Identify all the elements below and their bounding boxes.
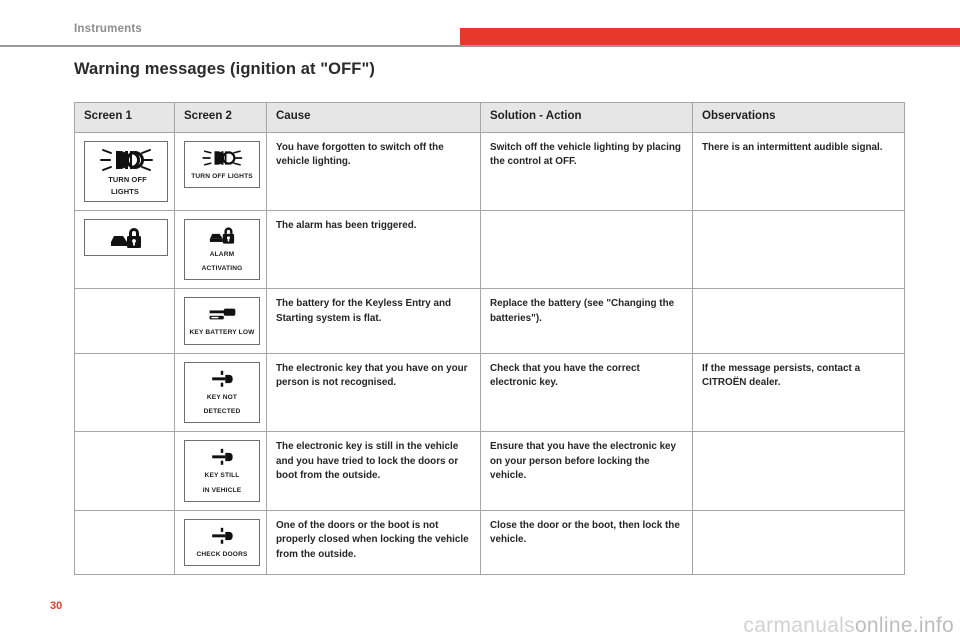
table-row: ALARM ACTIVATING The alarm has been trig… <box>74 209 905 290</box>
cell-cause: You have forgotten to switch off the veh… <box>266 132 481 211</box>
car-padlock-alarm-icon <box>89 225 163 251</box>
cell-cause: The electronic key that you have on your… <box>266 352 481 433</box>
table-row: KEY STILL IN VEHICLE The electronic key … <box>74 431 905 512</box>
cell-solution: Replace the battery (see "Changing the b… <box>480 288 693 354</box>
cell-screen1 <box>74 510 175 576</box>
cell-observations <box>692 288 905 354</box>
cell-observations <box>692 431 905 512</box>
table-row: CHECK DOORS One of the doors or the boot… <box>74 510 905 576</box>
column-header-screen2: Screen 2 <box>174 102 267 133</box>
table-header: Screen 1 Screen 2 Cause Solution - Actio… <box>74 102 905 133</box>
header-accent-bar <box>460 28 960 45</box>
section-label: Instruments <box>74 23 143 35</box>
table-row: KEY NOT DETECTED The electronic key that… <box>74 352 905 433</box>
watermark-light: carmanuals <box>743 614 855 637</box>
key-signal-icon <box>189 368 255 390</box>
cell-observations <box>692 209 905 290</box>
table-body: TURN OFF LIGHTS TURN OFF LIGHTS You have… <box>74 132 905 576</box>
page-title: Warning messages (ignition at "OFF") <box>74 60 375 78</box>
screen-badge <box>84 218 168 256</box>
cell-screen1: TURN OFF LIGHTS <box>74 132 175 211</box>
column-header-solution: Solution - Action <box>480 102 693 133</box>
cell-solution: Ensure that you have the electronic key … <box>480 431 693 512</box>
page-header: Instruments <box>0 0 960 47</box>
table-row: TURN OFF LIGHTS TURN OFF LIGHTS You have… <box>74 132 905 211</box>
cell-cause: One of the doors or the boot is not prop… <box>266 510 481 576</box>
cell-solution: Switch off the vehicle lighting by placi… <box>480 132 693 211</box>
cell-solution: Close the door or the boot, then lock th… <box>480 510 693 576</box>
headlights-icon <box>189 147 255 169</box>
screen-badge-caption: ALARM ACTIVATING <box>201 250 243 272</box>
header-divider <box>0 45 960 47</box>
screen-badge-caption: TURN OFF LIGHTS <box>89 175 163 197</box>
cell-screen2: KEY STILL IN VEHICLE <box>174 431 267 512</box>
caption-line-2: LIGHTS <box>111 187 139 197</box>
cell-cause: The electronic key is still in the vehic… <box>266 431 481 512</box>
screen-badge: KEY NOT DETECTED <box>184 361 260 424</box>
table-header-row: Screen 1 Screen 2 Cause Solution - Actio… <box>74 102 905 133</box>
cell-screen2: CHECK DOORS <box>174 510 267 576</box>
screen-badge: TURN OFF LIGHTS <box>84 141 168 202</box>
screen-badge: KEY STILL IN VEHICLE <box>184 440 260 503</box>
caption-line-1: TURN OFF <box>108 175 147 184</box>
cell-solution <box>480 209 693 290</box>
cell-screen1 <box>74 209 175 290</box>
screen-badge: CHECK DOORS <box>184 519 260 567</box>
screen-badge-caption: KEY NOT DETECTED <box>203 393 241 416</box>
cell-cause: The battery for the Keyless Entry and St… <box>266 288 481 354</box>
cell-screen2: KEY NOT DETECTED <box>174 352 267 433</box>
screen-badge-caption: KEY BATTERY LOW <box>189 329 255 337</box>
screen-badge-caption: CHECK DOORS <box>196 551 248 559</box>
table-row: KEY BATTERY LOW The battery for the Keyl… <box>74 288 905 354</box>
screen-badge-caption: KEY STILL IN VEHICLE <box>202 472 242 494</box>
column-header-observations: Observations <box>692 102 905 133</box>
key-battery-icon <box>189 303 255 325</box>
cell-screen2: KEY BATTERY LOW <box>174 288 267 354</box>
site-watermark: carmanualsonline.info <box>743 614 954 638</box>
cell-screen2: ALARM ACTIVATING <box>174 209 267 290</box>
screen-badge-caption: TURN OFF LIGHTS <box>191 173 253 180</box>
cell-solution: Check that you have the correct electron… <box>480 352 693 433</box>
cell-observations <box>692 510 905 576</box>
key-signal-icon <box>189 525 255 547</box>
cell-observations: There is an intermittent audible signal. <box>692 132 905 211</box>
column-header-screen1: Screen 1 <box>74 102 175 133</box>
cell-observations: If the message persists, contact a CITRO… <box>692 352 905 433</box>
page-number: 30 <box>50 600 63 612</box>
cell-screen1 <box>74 288 175 354</box>
screen-badge: TURN OFF LIGHTS <box>184 141 260 189</box>
watermark-bold: online.info <box>854 614 954 637</box>
cell-cause: The alarm has been triggered. <box>266 209 481 290</box>
key-signal-icon <box>189 446 255 468</box>
warning-messages-table: Screen 1 Screen 2 Cause Solution - Actio… <box>74 102 905 576</box>
headlights-icon <box>89 147 163 173</box>
column-header-cause: Cause <box>266 102 481 133</box>
cell-screen2: TURN OFF LIGHTS <box>174 132 267 211</box>
cell-screen1 <box>74 352 175 433</box>
cell-screen1 <box>74 431 175 512</box>
screen-badge: KEY BATTERY LOW <box>184 297 260 345</box>
screen-badge: ALARM ACTIVATING <box>184 218 260 281</box>
car-padlock-alarm-icon <box>189 225 255 247</box>
